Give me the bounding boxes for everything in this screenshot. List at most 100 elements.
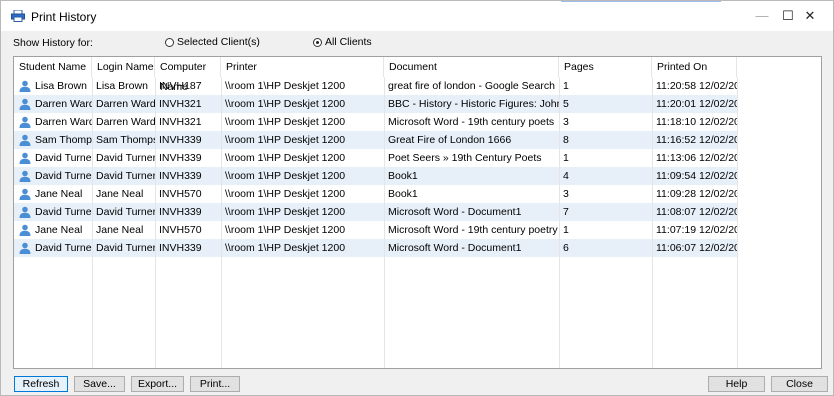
cell-login-name: Darren Ward [96, 116, 155, 128]
cell-login-name: Jane Neal [96, 224, 144, 236]
cell-printed-on: 11:09:54 12/02/2018 [656, 170, 737, 182]
radio-selected-icon [313, 37, 322, 47]
cell-login-name: David Turner [96, 170, 155, 182]
cell-printer: \\room 1\HP Deskjet 1200 [225, 116, 346, 128]
cell-pages: 1 [563, 80, 569, 92]
cell-student-name: David Turner [35, 242, 92, 254]
column-header-login-name[interactable]: Login Name [92, 57, 155, 77]
table-row[interactable]: Jane Neal Jane Neal INVH570 \\room 1\HP Des… [14, 221, 737, 239]
close-window-button[interactable]: ✕ [787, 1, 833, 31]
cell-student-name: David Turner [35, 206, 92, 218]
table-row[interactable]: Lisa Brown Lisa Brown INVH187 \\room 1\HP D… [14, 77, 737, 95]
column-divider [221, 77, 222, 368]
table-row[interactable]: David Turner David Turner INVH339 \\room 1\… [14, 167, 737, 185]
cell-student-name: David Turner [35, 152, 92, 164]
help-button[interactable]: Help [708, 376, 765, 392]
user-icon-cell [14, 185, 34, 203]
cell-login-name: Darren Ward [96, 98, 155, 110]
radio-selected-clients[interactable]: Selected Client(s) [165, 36, 260, 48]
cell-computer-name: INVH339 [159, 242, 202, 254]
print-history-window: Print History — ☐ ✕ Show History for: Se… [0, 0, 834, 396]
cell-login-name: David Turner [96, 152, 155, 164]
cell-computer-name: INVH339 [159, 170, 202, 182]
cell-computer-name: INVH570 [159, 188, 202, 200]
column-header-printer[interactable]: Printer [221, 57, 384, 77]
filter-bar: Show History for: Selected Client(s) All… [1, 31, 833, 53]
cell-document: Microsoft Word - Document1 [388, 242, 522, 254]
user-icon [19, 188, 31, 200]
cell-document: Microsoft Word - Document1 [388, 206, 522, 218]
column-header-student-name[interactable]: Student Name [14, 57, 92, 77]
table-row[interactable]: David Turner David Turner INVH339 \\room 1\… [14, 239, 737, 257]
cell-printer: \\room 1\HP Deskjet 1200 [225, 152, 346, 164]
table-row[interactable]: Sam Thompson Sam Thompson INVH339 \\room 1\… [14, 131, 737, 149]
cell-document: Great Fire of London 1666 [388, 134, 512, 146]
column-header-printed-on[interactable]: Printed On [652, 57, 737, 77]
cell-login-name: David Turner [96, 242, 155, 254]
user-icon-cell [14, 239, 34, 257]
user-icon-cell [14, 113, 34, 131]
table-row[interactable]: Darren Ward Darren Ward INVH321 \\room 1\HP… [14, 113, 737, 131]
cell-pages: 3 [563, 188, 569, 200]
user-icon-cell [14, 221, 34, 239]
column-header-computer-name[interactable]: Computer Name [155, 57, 221, 93]
cell-computer-name: INVH321 [159, 98, 202, 110]
table-row[interactable]: Darren Ward Darren Ward INVH321 \\room 1\HP… [14, 95, 737, 113]
cell-printer: \\room 1\HP Deskjet 1200 [225, 224, 346, 236]
cell-pages: 3 [563, 116, 569, 128]
table-row[interactable]: David Turner David Turner INVH339 \\room 1\… [14, 203, 737, 221]
user-icon [19, 98, 31, 110]
column-divider [92, 77, 93, 368]
column-divider [155, 77, 156, 368]
user-icon [19, 206, 31, 218]
cell-printed-on: 11:09:28 12/02/2018 [656, 188, 737, 200]
user-icon [19, 134, 31, 146]
cell-document: Microsoft Word - 19th century poets [388, 116, 555, 128]
cell-printer: \\room 1\HP Deskjet 1200 [225, 80, 346, 92]
print-button[interactable]: Print... [190, 376, 240, 392]
print-history-table[interactable]: Student Name Login Name Computer Name Pr… [13, 56, 822, 369]
cell-pages: 7 [563, 206, 569, 218]
cell-login-name: Lisa Brown [96, 80, 148, 92]
cell-document: Microsoft Word - 19th century poetry [388, 224, 558, 236]
cell-student-name: Jane Neal [35, 188, 83, 200]
cell-printer: \\room 1\HP Deskjet 1200 [225, 188, 346, 200]
show-history-label: Show History for: [13, 37, 93, 49]
table-row[interactable]: David Turner David Turner INVH339 \\room 1\… [14, 149, 737, 167]
cell-computer-name: INVH321 [159, 116, 202, 128]
cell-login-name: David Turner [96, 206, 155, 218]
cell-computer-name: INVH339 [159, 206, 202, 218]
column-header-pages[interactable]: Pages [559, 57, 652, 77]
cell-computer-name: INVH339 [159, 152, 202, 164]
window-title: Print History [31, 10, 97, 24]
cell-document: BBC - History - Historic Figures: John K… [388, 98, 559, 110]
radio-selected-clients-label: Selected Client(s) [177, 36, 260, 48]
refresh-button[interactable]: Refresh [14, 376, 68, 392]
user-icon-cell [14, 95, 34, 113]
user-icon-cell [14, 203, 34, 221]
cell-computer-name: INVH570 [159, 224, 202, 236]
user-icon-cell [14, 131, 34, 149]
cell-document: Poet Seers » 19th Century Poets [388, 152, 542, 164]
cell-printed-on: 11:20:01 12/02/2018 [656, 98, 737, 110]
cell-printer: \\room 1\HP Deskjet 1200 [225, 242, 346, 254]
title-bar[interactable]: Print History — ☐ ✕ [1, 1, 833, 31]
cell-student-name: David Turner [35, 170, 92, 182]
cell-login-name: Jane Neal [96, 188, 144, 200]
column-header-document[interactable]: Document [384, 57, 559, 77]
cell-pages: 8 [563, 134, 569, 146]
cell-student-name: Darren Ward [35, 98, 92, 110]
close-button[interactable]: Close [771, 376, 828, 392]
cell-printer: \\room 1\HP Deskjet 1200 [225, 134, 346, 146]
radio-all-clients[interactable]: All Clients [313, 36, 372, 48]
export-button[interactable]: Export... [131, 376, 184, 392]
column-divider [384, 77, 385, 368]
printer-icon [11, 10, 25, 22]
cell-printed-on: 11:13:06 12/02/2018 [656, 152, 737, 164]
cell-student-name: Darren Ward [35, 116, 92, 128]
save-button[interactable]: Save... [74, 376, 125, 392]
cell-document: Book1 [388, 170, 418, 182]
user-icon-cell [14, 149, 34, 167]
cell-printer: \\room 1\HP Deskjet 1200 [225, 206, 346, 218]
table-row[interactable]: Jane Neal Jane Neal INVH570 \\room 1\HP Des… [14, 185, 737, 203]
